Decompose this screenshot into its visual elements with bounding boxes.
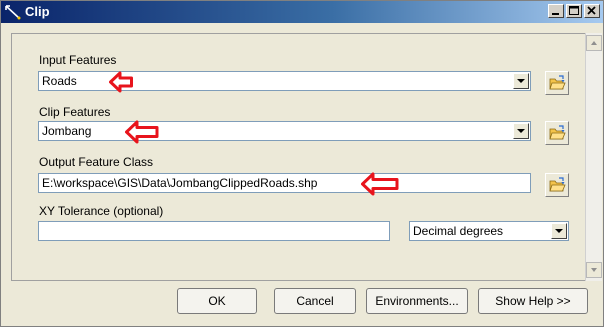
input-features-label: Input Features [39, 53, 117, 67]
environments-button[interactable]: Environments... [366, 288, 468, 314]
xy-tolerance-unit-value: Decimal degrees [413, 224, 504, 238]
chevron-down-icon [517, 79, 525, 83]
show-help-button[interactable]: Show Help >> [478, 288, 588, 314]
xy-tolerance-unit-combo[interactable]: Decimal degrees [409, 221, 569, 241]
close-button[interactable] [584, 4, 600, 18]
minimize-icon [552, 13, 559, 15]
clip-features-label: Clip Features [39, 105, 111, 119]
maximize-button[interactable] [566, 4, 582, 18]
output-feature-class-input[interactable]: E:\workspace\GIS\Data\JombangClippedRoad… [38, 173, 531, 193]
clip-features-combo[interactable]: Jombang [38, 121, 531, 141]
input-features-browse-button[interactable] [545, 71, 569, 95]
output-feature-class-browse-button[interactable] [545, 173, 569, 197]
window-title: Clip [25, 4, 50, 19]
minimize-button[interactable] [548, 4, 564, 18]
cancel-button[interactable]: Cancel [274, 288, 356, 314]
input-features-dropdown-button[interactable] [513, 73, 529, 89]
xy-tolerance-unit-dropdown-button[interactable] [551, 223, 567, 239]
xy-tolerance-label: XY Tolerance (optional) [39, 204, 164, 218]
output-feature-class-value: E:\workspace\GIS\Data\JombangClippedRoad… [42, 176, 318, 190]
output-feature-class-label: Output Feature Class [39, 155, 154, 169]
scroll-up-icon [591, 41, 597, 45]
scroll-down-icon [591, 268, 597, 272]
clip-features-value: Jombang [42, 124, 92, 138]
chevron-down-icon [517, 129, 525, 133]
title-bar[interactable]: Clip [1, 1, 603, 23]
clip-features-browse-button[interactable] [545, 121, 569, 145]
open-folder-icon [549, 75, 566, 90]
clip-dialog: Clip Input Features Roads Clip Features … [0, 0, 604, 327]
annotation-arrow-icon [361, 172, 399, 196]
open-folder-icon [549, 125, 566, 140]
ok-button[interactable]: OK [177, 288, 257, 314]
clip-tool-icon [5, 5, 21, 20]
maximize-icon [569, 6, 579, 15]
clip-features-dropdown-button[interactable] [513, 123, 529, 139]
xy-tolerance-input[interactable] [38, 221, 390, 241]
vertical-scrollbar[interactable] [585, 33, 602, 281]
close-icon [587, 6, 596, 15]
annotation-arrow-icon [109, 71, 133, 93]
annotation-arrow-icon [125, 120, 159, 144]
open-folder-icon [549, 177, 566, 192]
scroll-up-button[interactable] [586, 35, 602, 51]
chevron-down-icon [555, 229, 563, 233]
input-features-value: Roads [42, 74, 77, 88]
scroll-down-button[interactable] [586, 262, 602, 278]
